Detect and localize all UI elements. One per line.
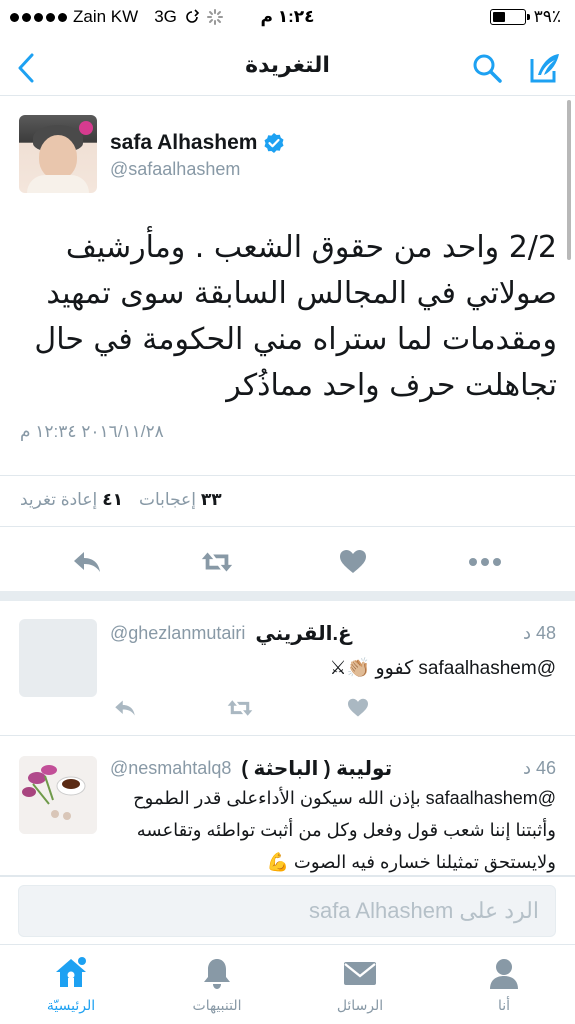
clock: ١:٢٤ م — [260, 7, 315, 26]
tulips-avatar-image — [19, 756, 97, 834]
battery-icon — [489, 9, 530, 25]
more-icon — [469, 558, 501, 566]
reply-time: 48 د — [522, 623, 556, 643]
reply-handle: @ghezlanmutairi — [110, 623, 246, 643]
verified-badge-icon — [264, 133, 284, 153]
tab-me-label: أنا — [497, 997, 511, 1013]
reply-text: @safaalhashem كفوو 👏🏼⚔ — [329, 658, 557, 679]
bell-icon — [204, 959, 230, 989]
retweet-icon — [201, 552, 233, 572]
tab-me[interactable]: أنا — [449, 955, 559, 1014]
reply-button[interactable] — [70, 547, 104, 577]
reply-input[interactable] — [18, 885, 556, 937]
likes-label: إعجابات — [138, 490, 196, 509]
reply-tweet[interactable]: @nesmahtalq8 توليبة ( الباحثة ) 46 د @sa… — [0, 736, 575, 876]
carrier-name: Zain KW — [73, 7, 139, 26]
tweet-text: 2/2 واحد من حقوق الشعب . ومأرشيف صولاتي … — [34, 230, 557, 403]
tab-bar: الرئيسيّة التنبيهات الرسائل أنا — [0, 944, 575, 1024]
nav-bar: التغريدة — [0, 38, 575, 96]
retweets-label: إعادة تغريد — [20, 490, 98, 509]
search-button[interactable] — [467, 48, 507, 88]
reply-avatar[interactable] — [19, 619, 97, 697]
reply-icon — [74, 552, 100, 572]
compose-button[interactable] — [525, 48, 565, 88]
tab-messages[interactable]: الرسائل — [305, 955, 415, 1014]
author-handle[interactable]: @safaalhashem — [110, 159, 240, 180]
compose-icon — [530, 54, 559, 83]
likes-stat[interactable]: ٣٣إعجابات — [139, 490, 222, 510]
network-type: 3G — [154, 7, 177, 26]
retweet-button[interactable] — [225, 695, 255, 721]
battery-info: ٣٩٪ — [489, 7, 561, 27]
tab-messages-label: الرسائل — [336, 997, 384, 1013]
reply-button[interactable] — [110, 695, 140, 721]
new-content-dot — [78, 957, 86, 965]
retweets-count: ٤١ — [102, 490, 123, 509]
carrier-info: Zain KW 3G — [10, 7, 223, 27]
tweet-timestamp: ٢٠١٦/١١/٢٨ ١٢:٣٤ م — [20, 422, 164, 441]
loading-spinner-icon — [206, 9, 223, 25]
retweet-button[interactable] — [200, 547, 234, 577]
reply-actions — [110, 695, 410, 725]
reply-author-name: توليبة ( الباحثة ) — [241, 758, 393, 780]
reply-header: @nesmahtalq8 توليبة ( الباحثة ) 46 د — [110, 756, 556, 781]
reply-icon — [115, 700, 135, 716]
reply-avatar[interactable] — [19, 756, 97, 834]
reply-time: 46 د — [522, 758, 556, 778]
retweet-icon — [227, 700, 253, 716]
tweet-actions — [0, 527, 575, 601]
reply-tweet[interactable]: @ghezlanmutairi غ.القريني 48 د @safaalha… — [0, 603, 575, 736]
search-icon — [473, 54, 502, 83]
reply-bar — [0, 876, 575, 944]
envelope-icon — [344, 962, 376, 985]
tab-home[interactable]: الرئيسيّة — [16, 955, 126, 1014]
tab-home-label: الرئيسيّة — [46, 997, 96, 1013]
heart-icon — [348, 698, 368, 717]
author-avatar[interactable] — [19, 115, 97, 193]
reply-author-name: غ.القريني — [255, 623, 352, 645]
tab-notifications-label: التنبيهات — [192, 997, 242, 1013]
person-icon — [490, 959, 518, 989]
scroll-indicator[interactable] — [567, 100, 571, 260]
tab-notifications[interactable]: التنبيهات — [162, 955, 272, 1014]
like-button[interactable] — [336, 547, 370, 577]
reply-header: @ghezlanmutairi غ.القريني 48 د — [110, 621, 556, 646]
battery-percent: ٣٩٪ — [533, 7, 561, 26]
likes-count: ٣٣ — [200, 490, 222, 509]
status-bar: Zain KW 3G ١:٢٤ م ٣٩٪ — [0, 0, 575, 38]
heart-icon — [340, 550, 366, 573]
retweets-stat[interactable]: ٤١إعادة تغريد — [20, 490, 123, 510]
signal-strength-icon — [10, 12, 67, 22]
sync-icon — [186, 9, 200, 23]
reply-text: @safaalhashem بإذن الله سيكون الأداءعلى … — [133, 788, 556, 872]
reply-handle: @nesmahtalq8 — [110, 758, 232, 778]
author-name: safa Alhashem — [110, 131, 258, 154]
author-name-line[interactable]: safa Alhashem — [110, 131, 285, 155]
tweet-stats: ٣٣إعجابات ٤١إعادة تغريد — [0, 475, 575, 527]
like-button[interactable] — [343, 695, 373, 721]
more-button[interactable] — [468, 547, 502, 577]
